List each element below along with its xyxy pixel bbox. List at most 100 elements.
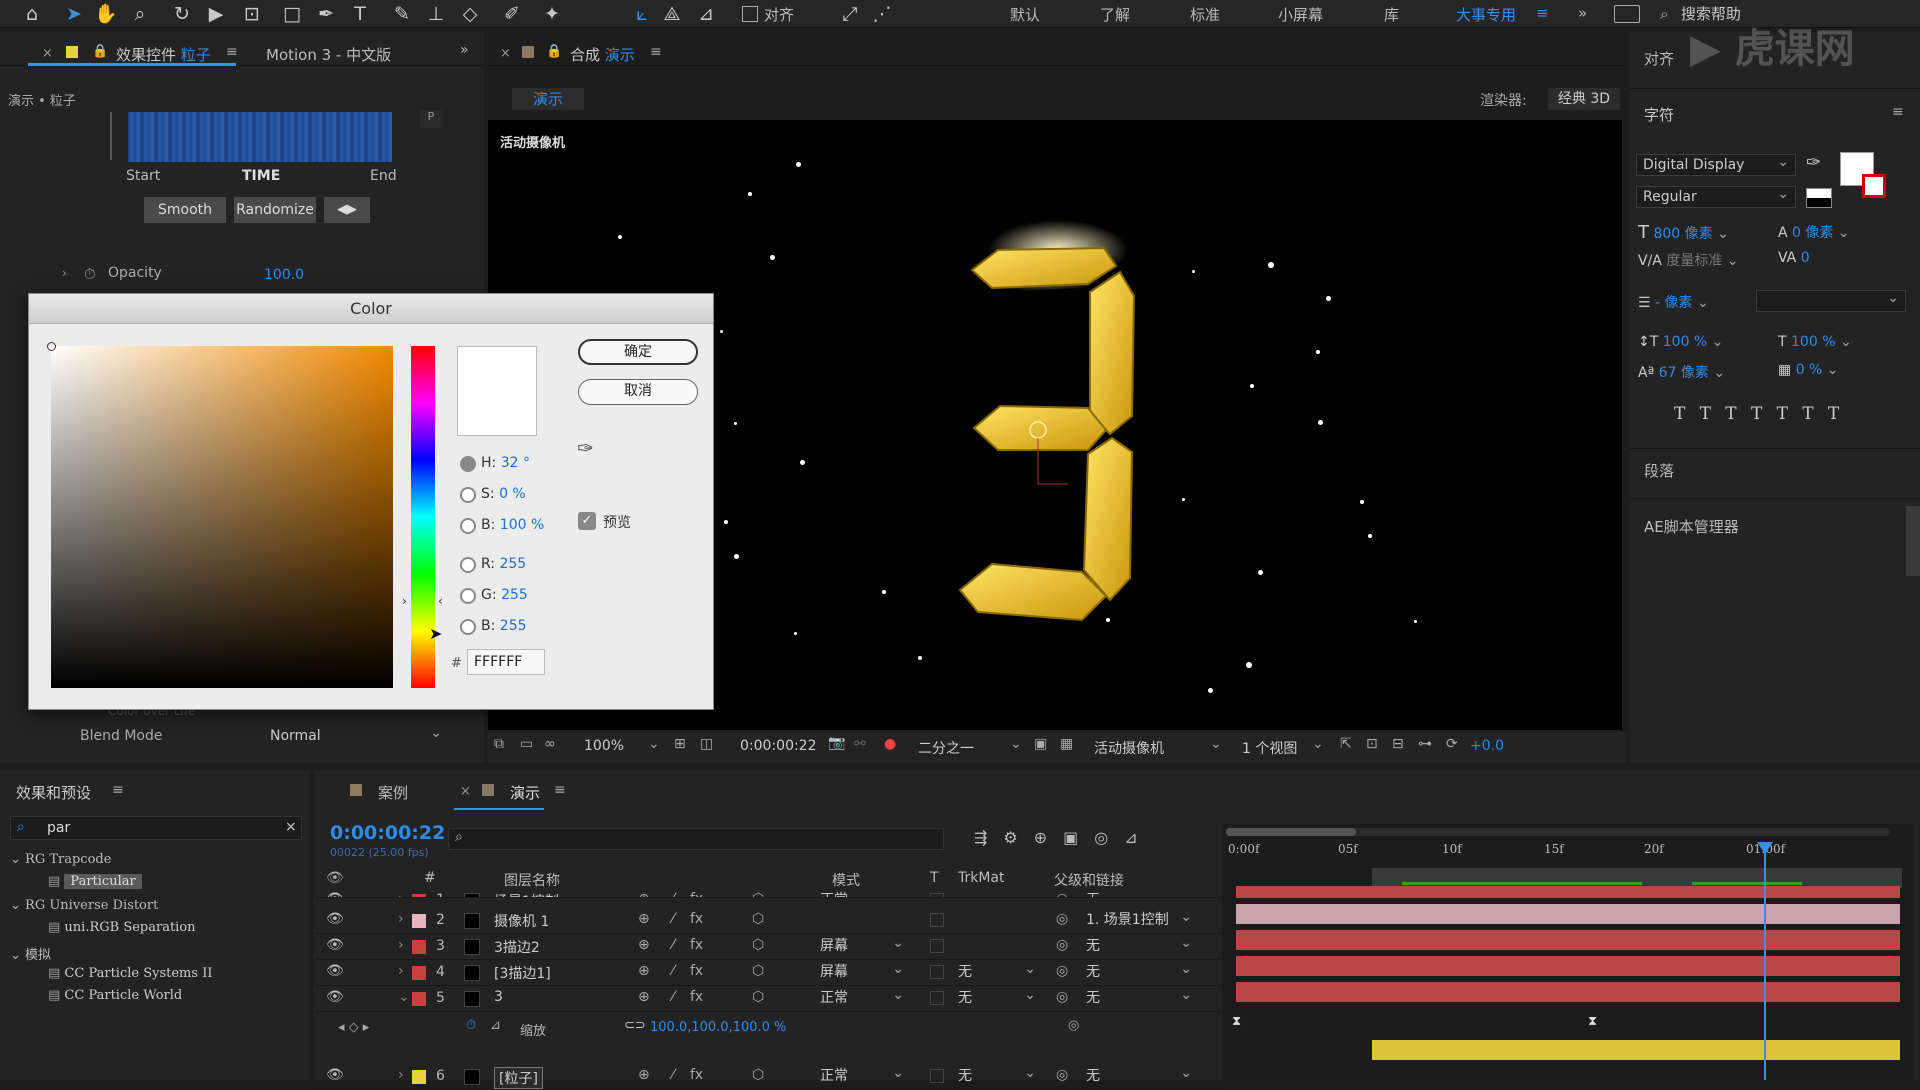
workspace-learn[interactable]: 了解 [1100, 4, 1130, 25]
preserve-transparency-checkbox[interactable] [930, 965, 944, 979]
table-row[interactable]: 👁 › 2 摄像机 1 ⊕ ⁄ fx ⬡ ◎ 1. 场景1控制 [316, 907, 1220, 934]
ok-button[interactable]: 确定 [578, 339, 698, 365]
lock-icon[interactable]: 🔒 [92, 44, 108, 59]
snap-icon[interactable]: ⤢ [838, 2, 862, 26]
eraser-tool-icon[interactable]: ◇ [458, 2, 482, 26]
scale-value[interactable]: 100.0,100.0,100.0 % [650, 1020, 786, 1035]
stopwatch-icon[interactable]: ⏱ [84, 265, 96, 283]
preserve-transparency-checkbox[interactable] [930, 913, 944, 927]
rectangle-tool-icon[interactable]: □ [280, 2, 304, 26]
zoom-tool-icon[interactable]: ⌕ [128, 2, 152, 26]
blend-mode-dropdown[interactable]: 屏幕 [814, 959, 910, 984]
green-radio[interactable] [460, 588, 476, 604]
shy-switch-icon[interactable]: ⊕ [638, 911, 650, 927]
effects-search-input[interactable]: par [47, 820, 70, 836]
font-size-field[interactable]: T 800 像素 ⌄ [1638, 222, 1729, 243]
chevron-right-icon[interactable]: › [398, 891, 404, 897]
tsume-field[interactable]: ▦ 0 % ⌄ [1778, 362, 1839, 378]
navigator-thumb[interactable] [1226, 828, 1356, 836]
transparency-grid-icon[interactable]: ▦ [1060, 736, 1073, 752]
blend-mode-dropdown[interactable]: 屏幕 [814, 933, 910, 958]
stroke-color-swatch[interactable] [1862, 174, 1886, 198]
opacity-value[interactable]: 100.0 [264, 267, 304, 283]
align-panel-title[interactable]: 对齐 [1644, 48, 1674, 69]
layer-search-input[interactable]: ⌕ [448, 828, 944, 850]
clear-search-icon[interactable]: × [285, 819, 297, 835]
timeline-icon[interactable]: ⊟ [1392, 736, 1404, 752]
chevron-right-icon[interactable]: › [398, 911, 404, 927]
pan-behind-tool-icon[interactable]: ⊡ [240, 2, 264, 26]
current-timecode[interactable]: 0:00:00:22 [330, 822, 445, 844]
keyframe-nav-icon[interactable]: ◂ ◇ ▸ [338, 1020, 369, 1035]
shy-switch-icon[interactable]: ⊕ [638, 891, 650, 897]
kerning-value[interactable]: 度量标准 [1666, 253, 1722, 269]
blend-mode-dropdown[interactable]: 正常 [814, 1063, 910, 1088]
puppet-pin-icon[interactable]: ✦ [540, 2, 564, 26]
green-field[interactable]: G: 255 [481, 587, 528, 603]
3d-layer-icon[interactable]: ⬡ [752, 891, 764, 897]
pickwhip-icon[interactable]: ◎ [1068, 1018, 1079, 1033]
effects-search-box[interactable]: ⌕ par × [10, 816, 302, 840]
group-simulation[interactable]: ⌄ 模拟 [10, 944, 51, 963]
shy-switch-icon[interactable]: ⊕ [638, 989, 650, 1005]
align-checkbox[interactable] [742, 6, 758, 22]
quality-switch-icon[interactable]: ⁄ [672, 891, 674, 897]
pickwhip-icon[interactable]: ◎ [1056, 891, 1068, 897]
workspace-standard[interactable]: 标准 [1190, 4, 1220, 25]
keyframe-icon[interactable]: ⧗ [1588, 1014, 1597, 1029]
chevron-right-icon[interactable]: ⌄ [398, 989, 410, 1005]
time-graph[interactable] [128, 112, 392, 162]
camera-tool-icon[interactable]: ▶ [204, 2, 228, 26]
timeline-switches-toolbar[interactable]: ⇶⚙⊕▣◎⊿ [974, 828, 1154, 847]
keyframe-icon[interactable]: ⧗ [1232, 1014, 1241, 1029]
panel-menu-icon[interactable]: ≡ [1892, 104, 1904, 120]
layer-name[interactable]: 3 [494, 989, 503, 1005]
tracking-field[interactable]: VA 0 [1778, 250, 1810, 266]
layer-bar-3[interactable] [1236, 930, 1900, 950]
close-icon[interactable]: × [500, 46, 511, 61]
preserve-transparency-checkbox[interactable] [930, 991, 944, 1005]
trkmat-dropdown[interactable]: 无 [952, 959, 1042, 984]
brightness-radio[interactable] [460, 518, 476, 534]
hue-slider-handle-left[interactable]: › [402, 594, 407, 608]
composition-tab[interactable]: 合成 演示 [570, 44, 635, 65]
green-value[interactable]: 255 [501, 587, 528, 603]
panel-menu-icon[interactable]: ≡ [650, 44, 662, 60]
stopwatch-icon[interactable]: ⏱ [466, 1018, 476, 1033]
shift-arrows-button[interactable]: ◀▶ [324, 197, 370, 223]
fx-switch-icon[interactable]: fx [690, 989, 703, 1005]
time-ruler[interactable]: 0:00f 05f 10f 15f 20f 01:00f [1222, 840, 1914, 866]
preserve-transparency-checkbox[interactable] [930, 893, 944, 897]
font-style-dropdown[interactable]: Regular [1636, 184, 1796, 208]
close-icon[interactable]: × [42, 46, 53, 61]
chevron-right-icon[interactable]: › [398, 1067, 404, 1083]
baseline-shift-value[interactable]: 67 像素 [1659, 365, 1709, 381]
parent-dropdown[interactable]: 无 [1080, 985, 1198, 1010]
quality-switch-icon[interactable]: ⁄ [672, 963, 674, 979]
effect-item[interactable]: ▤ uni.RGB Separation [48, 920, 196, 935]
sync-settings-icon[interactable] [1614, 5, 1640, 23]
pickwhip-icon[interactable]: ◎ [1056, 963, 1068, 979]
fx-switch-icon[interactable]: fx [690, 963, 703, 979]
chevron-down-icon[interactable]: ⌄ [1210, 736, 1222, 752]
motion3-tab[interactable]: Motion 3 - 中文版 [266, 44, 391, 65]
effect-item[interactable]: ▤ CC Particle Systems II [48, 966, 212, 981]
layer-bar-1[interactable] [1236, 886, 1900, 898]
group-rg-trapcode[interactable]: ⌄ RG Trapcode [10, 852, 111, 867]
hue-radio[interactable] [460, 456, 476, 472]
quality-switch-icon[interactable]: ⁄ [672, 1067, 674, 1083]
roi-icon[interactable]: ▣ [1034, 736, 1047, 752]
saturation-value[interactable]: 0 % [499, 486, 526, 502]
eye-icon[interactable]: 👁 [326, 989, 344, 1005]
saturation-brightness-field[interactable] [47, 342, 393, 688]
close-icon[interactable]: × [460, 784, 471, 799]
kerning-field[interactable]: V/A 度量标准 ⌄ [1638, 250, 1739, 270]
panel-menu-icon[interactable]: ≡ [226, 44, 238, 60]
eye-icon[interactable]: 👁 [326, 1067, 344, 1083]
panel-overflow-icon[interactable]: » [460, 42, 469, 58]
view-axis-icon[interactable]: ⊿ [694, 2, 718, 26]
table-row[interactable]: 👁 ⌄ 5 3 ⊕ ⁄ fx ⬡ 正常 无 ◎ 无 [316, 985, 1220, 1012]
3d-layer-icon[interactable]: ⬡ [752, 937, 764, 953]
shy-switch-icon[interactable]: ⊕ [638, 937, 650, 953]
text-style-buttons[interactable]: TTTTTTT [1674, 404, 1853, 424]
